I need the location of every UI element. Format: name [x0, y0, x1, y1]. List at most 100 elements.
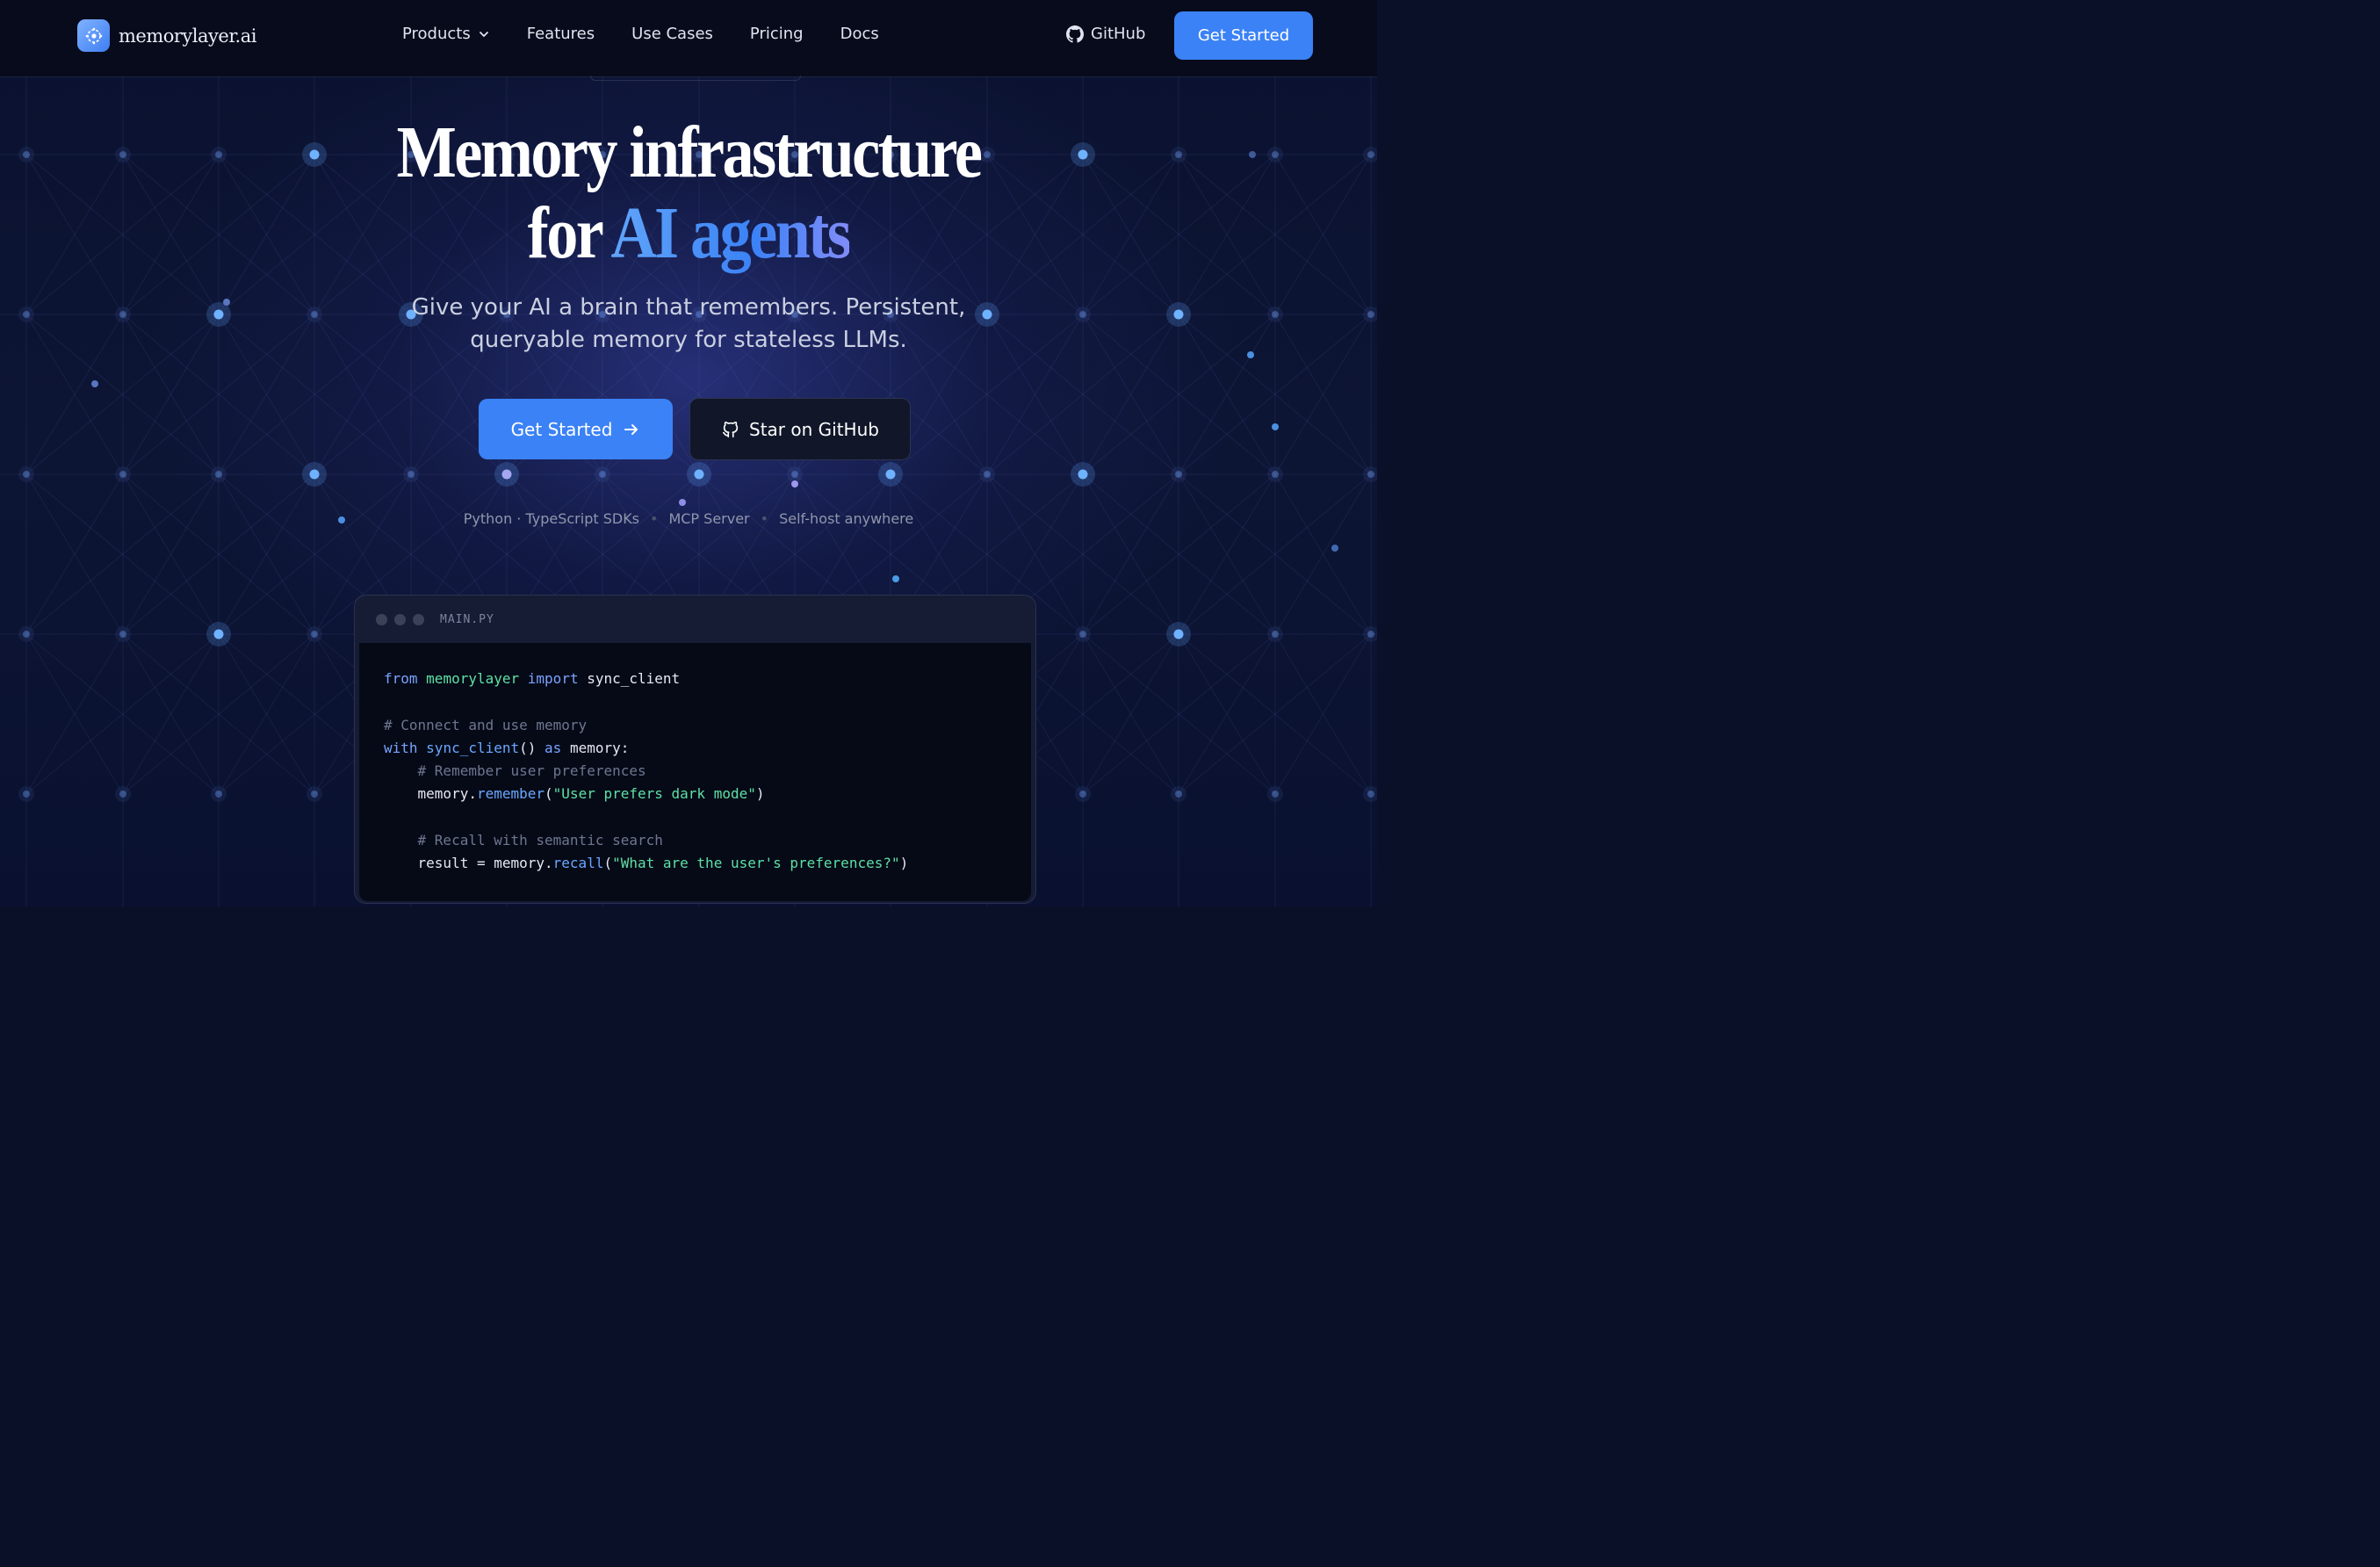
hero-title-accent: AI agents — [610, 192, 851, 274]
floating-particle — [1331, 545, 1338, 552]
brand-logo[interactable]: memorylayer.ai — [77, 19, 256, 52]
floating-particle — [91, 380, 98, 387]
code-token: ) — [755, 785, 765, 803]
network-node — [599, 471, 606, 478]
network-node — [23, 471, 30, 478]
menu-item-label: Products — [402, 25, 471, 43]
network-node — [311, 631, 318, 638]
network-node — [23, 311, 30, 318]
get-started-label: Get Started — [510, 418, 613, 440]
hero-subtitle-line1: Give your AI a brain that remembers. Per… — [411, 294, 966, 321]
get-started-button[interactable]: Get Started — [479, 399, 673, 459]
code-window-header: MAIN.PY — [355, 596, 1035, 643]
network-node — [213, 309, 224, 320]
hero-title: Memory infrastructure for AI agents — [97, 112, 1280, 274]
menu-item-use-cases[interactable]: Use Cases — [631, 25, 713, 43]
github-icon — [1066, 25, 1084, 43]
network-node — [1367, 791, 1374, 798]
floating-particle — [892, 575, 899, 582]
menu-item-docs[interactable]: Docs — [840, 25, 879, 43]
network-node — [213, 629, 224, 639]
arrow-right-icon — [624, 423, 638, 435]
network-node — [309, 469, 320, 480]
code-token: from — [384, 670, 418, 687]
network-node — [23, 631, 30, 638]
network-node — [119, 791, 126, 798]
menu-item-products[interactable]: Products — [402, 25, 490, 43]
network-node — [215, 471, 222, 478]
network-node — [1079, 311, 1086, 318]
window-dot — [376, 613, 387, 625]
code-token: () — [519, 739, 545, 756]
network-node — [1367, 151, 1374, 158]
network-node — [1175, 791, 1182, 798]
nav-get-started-button[interactable]: Get Started — [1174, 11, 1313, 60]
code-line: # Remember user preferences — [384, 762, 646, 779]
hero-subtitle-line2: queryable memory for stateless LLMs. — [470, 327, 907, 353]
star-on-github-button[interactable]: Star on GitHub — [689, 398, 911, 460]
top-navbar: memorylayer.ai Products Features Use Cas… — [0, 0, 1377, 81]
code-token: "What are the user's preferences?" — [612, 855, 900, 872]
code-token: sync_client — [426, 739, 520, 756]
code-token: ( — [603, 855, 613, 872]
separator-dot: • — [650, 510, 659, 527]
github-link[interactable]: GitHub — [1066, 25, 1145, 43]
code-line: # Recall with semantic search — [384, 832, 663, 848]
code-token: ) — [899, 855, 909, 872]
floating-particle — [223, 299, 230, 306]
code-token: # Connect and use memory — [384, 716, 588, 733]
network-node — [407, 471, 415, 478]
network-node — [1079, 791, 1086, 798]
code-token: import — [527, 670, 579, 687]
code-window: MAIN.PY from memorylayer import sync_cli… — [354, 595, 1036, 904]
code-token: memory: — [561, 739, 630, 756]
code-token: as — [545, 739, 562, 756]
network-node — [1173, 629, 1184, 639]
github-link-label: GitHub — [1091, 25, 1146, 43]
floating-particle — [791, 480, 798, 487]
landing-page: memorylayer.ai Products Features Use Cas… — [0, 0, 1377, 906]
floating-particle — [679, 499, 686, 506]
code-token: recall — [552, 855, 604, 872]
network-node — [791, 471, 798, 478]
star-on-github-label: Star on GitHub — [749, 418, 879, 440]
network-node — [1173, 309, 1184, 320]
code-block[interactable]: from memorylayer import sync_client # Co… — [359, 643, 1031, 901]
code-token: memory. — [384, 785, 477, 803]
network-node — [501, 469, 512, 480]
brain-logo-icon — [77, 19, 110, 52]
hero-subtitle: Give your AI a brain that remembers. Per… — [337, 292, 1040, 357]
network-node — [119, 631, 126, 638]
network-node — [1272, 471, 1279, 478]
network-node — [311, 791, 318, 798]
network-node — [311, 311, 318, 318]
code-line: with sync_client() as memory: — [384, 740, 629, 756]
window-dot — [413, 613, 424, 625]
code-line: from memorylayer import sync_client — [384, 670, 680, 687]
code-token: result = memory. — [384, 855, 553, 872]
nav-divider — [590, 76, 801, 81]
network-node — [1079, 631, 1086, 638]
code-token: ( — [545, 785, 553, 803]
code-token: sync_client — [578, 670, 681, 687]
code-token: # Remember user preferences — [417, 762, 646, 780]
separator-dot: • — [760, 510, 769, 527]
network-node — [1175, 471, 1182, 478]
menu-item-features[interactable]: Features — [527, 25, 595, 43]
network-node — [1272, 791, 1279, 798]
chevron-down-icon — [479, 31, 488, 37]
hero-title-line1: Memory infrastructure — [396, 112, 983, 193]
network-node — [1367, 311, 1374, 318]
github-icon — [722, 421, 739, 437]
code-line: memory.remember("User prefers dark mode"… — [384, 785, 765, 802]
code-filename: MAIN.PY — [440, 612, 494, 626]
window-dot — [394, 613, 406, 625]
menu-item-pricing[interactable]: Pricing — [750, 25, 804, 43]
hero-feature-list: Python · TypeScript SDKs • MCP Server • Self… — [0, 510, 1377, 527]
network-node — [694, 469, 704, 480]
